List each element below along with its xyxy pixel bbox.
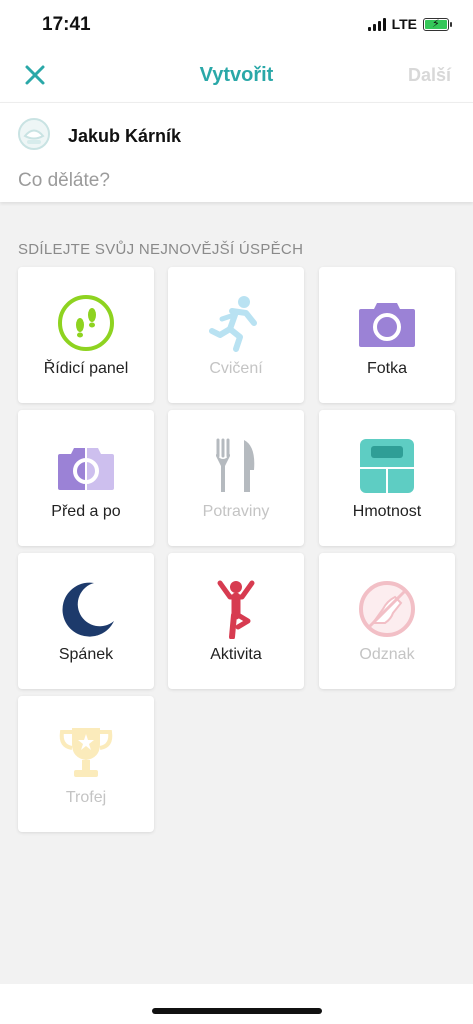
- badge-icon: [359, 581, 415, 637]
- status-input[interactable]: [18, 168, 448, 194]
- trophy-icon: [59, 728, 113, 777]
- footsteps-icon: [58, 295, 114, 351]
- avatar: [17, 117, 51, 151]
- tile-badge[interactable]: Odznak: [319, 553, 455, 689]
- fork-knife-icon: [216, 438, 255, 492]
- tile-exercise[interactable]: Cvičení: [168, 267, 304, 403]
- tile-photo[interactable]: Fotka: [319, 267, 455, 403]
- tile-sleep[interactable]: Spánek: [18, 553, 154, 689]
- camera-icon: [359, 303, 415, 347]
- section-header: SDÍLEJTE SVŮJ NEJNOVĚJŠÍ ÚSPĚCH: [18, 241, 304, 258]
- tile-dashboard[interactable]: Řídicí panel: [18, 267, 154, 403]
- signal-icon: [367, 17, 386, 31]
- tile-label: Cvičení: [209, 360, 263, 377]
- status-time: 17:41: [42, 14, 91, 35]
- tile-activity[interactable]: Aktivita: [168, 553, 304, 689]
- tile-label: Hmotnost: [352, 503, 422, 520]
- running-icon: [209, 296, 257, 352]
- tile-label: Fotka: [366, 360, 407, 377]
- activity-figure-icon: [217, 580, 255, 639]
- battery-icon: ⚡: [423, 17, 452, 31]
- tile-label: Potraviny: [202, 503, 270, 520]
- network-type: LTE: [391, 16, 417, 32]
- tile-label: Před a po: [51, 503, 121, 520]
- home-indicator-area: [0, 984, 473, 1024]
- moon-icon: [62, 582, 114, 637]
- post-composer: Jakub Kárník: [0, 102, 473, 202]
- page-title: Vytvořit: [199, 64, 274, 86]
- tile-weight[interactable]: Hmotnost: [319, 410, 455, 546]
- tile-label: Odznak: [359, 646, 415, 663]
- tile-trophy[interactable]: Trofej: [18, 696, 154, 832]
- home-indicator[interactable]: [152, 1008, 322, 1014]
- before-after-camera-icon: [58, 440, 114, 494]
- tile-label: Aktivita: [210, 646, 262, 663]
- nav-bar: Vytvořit Další: [0, 50, 473, 102]
- tile-label: Trofej: [65, 789, 107, 806]
- next-button[interactable]: Další: [408, 65, 451, 86]
- status-bar: 17:41 LTE ⚡: [0, 0, 473, 50]
- user-name: Jakub Kárník: [68, 126, 182, 146]
- tile-before-after[interactable]: Před a po: [18, 410, 154, 546]
- tile-label: Řídicí panel: [43, 360, 129, 377]
- tile-food[interactable]: Potraviny: [168, 410, 304, 546]
- status-indicators: LTE ⚡: [367, 16, 452, 32]
- scale-icon: [360, 439, 414, 493]
- tile-label: Spánek: [58, 646, 114, 663]
